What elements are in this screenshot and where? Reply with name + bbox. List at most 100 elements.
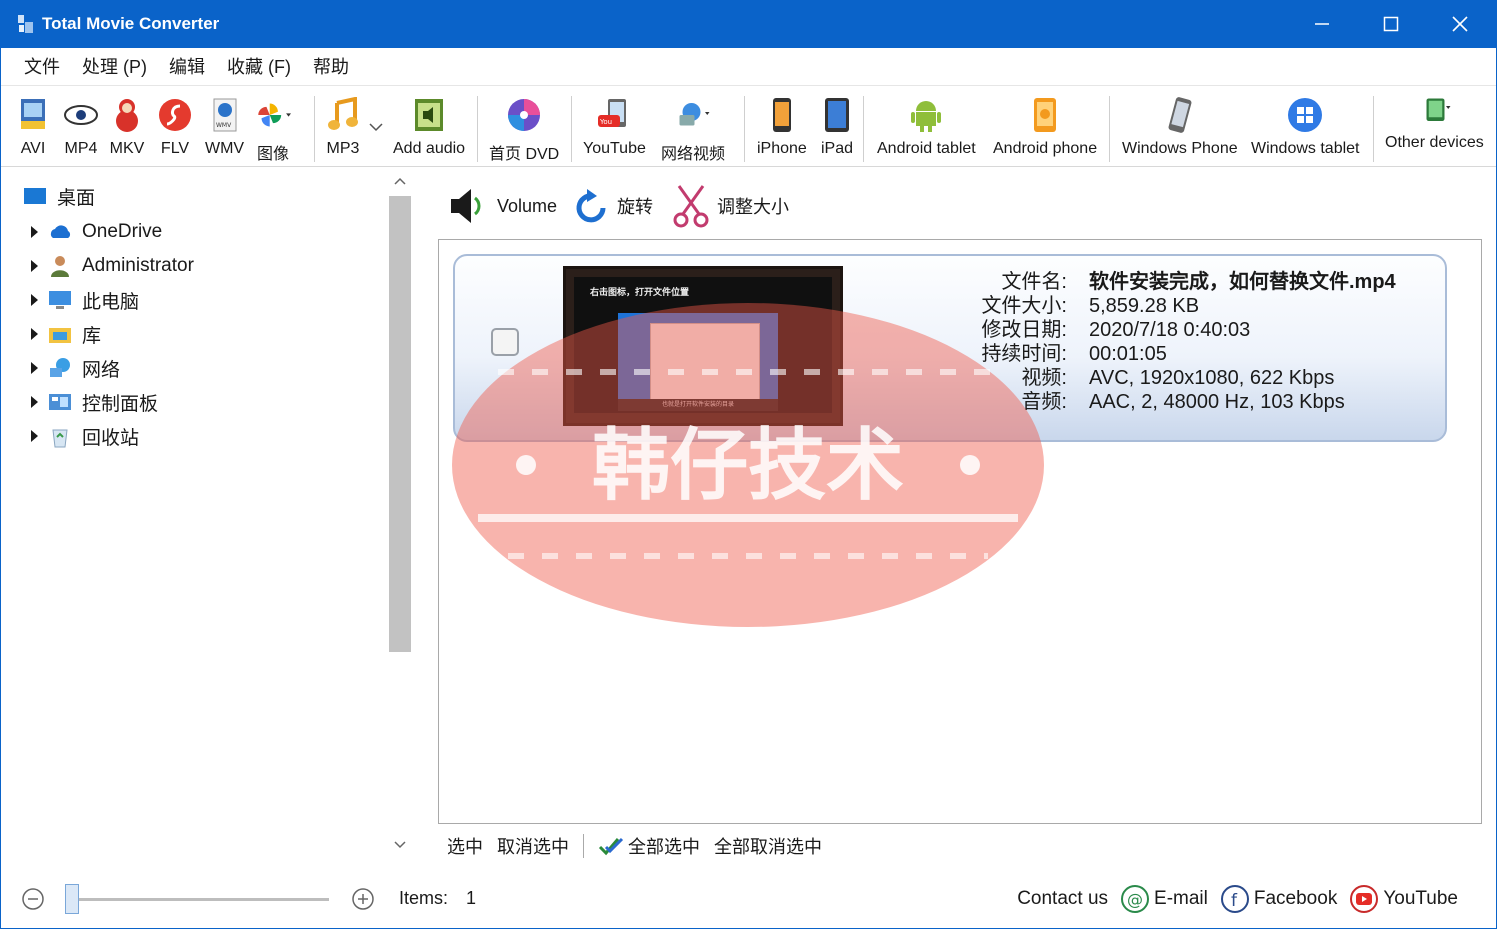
- scrollbar-thumb[interactable]: [389, 196, 411, 652]
- svg-text:WMV: WMV: [216, 122, 232, 129]
- ipad-button[interactable]: iPad: [819, 96, 855, 158]
- rotate-icon: [576, 189, 606, 223]
- file-name: 软件安装完成，如何替换文件.mp4: [1089, 271, 1396, 293]
- deselect-all-button[interactable]: 全部取消选中: [714, 833, 822, 859]
- add-audio-button[interactable]: Add audio: [393, 96, 465, 158]
- ipad-icon: [825, 98, 849, 132]
- toolbar-separator: [1109, 96, 1110, 162]
- control-panel-icon: [49, 394, 71, 410]
- dvd-button[interactable]: 首页 DVD: [489, 96, 559, 164]
- status-bar: Items: 1 Contact us @ E-mail f Facebook Y…: [1, 874, 1496, 928]
- chevron-up-icon[interactable]: [393, 174, 407, 188]
- toolbar-separator: [314, 96, 315, 162]
- flv-button[interactable]: FLV: [157, 96, 193, 158]
- volume-button[interactable]: Volume: [447, 184, 557, 228]
- menu-process[interactable]: 处理 (P): [71, 53, 158, 79]
- expand-arrow-icon[interactable]: [31, 226, 38, 238]
- facebook-link[interactable]: f Facebook: [1220, 884, 1337, 914]
- file-list[interactable]: 右击图标，打开文件位置 也就是打开软件安装的目录 文件名: 文件大小: 修改日期…: [438, 239, 1482, 824]
- deselect-button[interactable]: 取消选中: [497, 833, 569, 859]
- file-card[interactable]: 右击图标，打开文件位置 也就是打开软件安装的目录 文件名: 文件大小: 修改日期…: [453, 254, 1447, 442]
- tree-item-desktop[interactable]: 桌面: [1, 180, 95, 212]
- tree-item-administrator[interactable]: Administrator: [1, 250, 194, 282]
- pinwheel-icon: [258, 103, 291, 127]
- expand-arrow-icon[interactable]: [31, 430, 38, 442]
- file-modified: 2020/7/18 0:40:03: [1089, 319, 1251, 341]
- title-bar[interactable]: Total Movie Converter: [0, 0, 1497, 48]
- windows-tablet-button[interactable]: Windows tablet: [1251, 96, 1360, 158]
- zoom-slider[interactable]: [71, 898, 329, 901]
- minimize-button[interactable]: [1288, 0, 1356, 48]
- tree-item-this-pc[interactable]: 此电脑: [1, 284, 139, 316]
- zoom-in-icon[interactable]: [351, 887, 375, 911]
- android-phone-button[interactable]: Android phone: [993, 96, 1097, 158]
- avi-button[interactable]: AVI: [15, 96, 51, 158]
- recycle-bin-icon: [52, 429, 68, 448]
- file-meta-values: 软件安装完成，如何替换文件.mp4 5,859.28 KB 2020/7/18 …: [1089, 270, 1396, 414]
- android-icon: [911, 101, 942, 132]
- cloud-icon: [50, 225, 71, 238]
- main-window: 文件 处理 (P) 编辑 收藏 (F) 帮助 AVI MP4 MKV FLV W…: [1, 48, 1496, 928]
- file-duration: 00:01:05: [1089, 343, 1167, 365]
- chevron-down-icon[interactable]: [369, 122, 383, 132]
- desktop-icon: [24, 188, 46, 204]
- file-meta-labels: 文件名: 文件大小: 修改日期: 持续时间: 视频: 音频:: [981, 271, 1067, 413]
- menu-favorites[interactable]: 收藏 (F): [216, 53, 302, 79]
- youtube-link[interactable]: YouTube: [1349, 884, 1458, 914]
- mp3-button[interactable]: MP3: [325, 96, 361, 158]
- menu-edit[interactable]: 编辑: [158, 53, 216, 79]
- expand-arrow-icon[interactable]: [31, 294, 38, 306]
- file-checkbox[interactable]: [491, 328, 519, 356]
- tree-item-recycle-bin[interactable]: 回收站: [1, 420, 139, 452]
- other-devices-icon: [1426, 98, 1451, 121]
- toolbar-separator: [477, 96, 478, 162]
- chevron-down-icon[interactable]: [393, 838, 407, 852]
- expand-arrow-icon[interactable]: [31, 328, 38, 340]
- toolbar-separator: [744, 96, 745, 162]
- windows-phone-button[interactable]: Windows Phone: [1122, 96, 1238, 158]
- iphone-button[interactable]: iPhone: [757, 96, 807, 158]
- expand-arrow-icon[interactable]: [31, 362, 38, 374]
- tree-scrollbar[interactable]: [389, 170, 411, 860]
- expand-arrow-icon[interactable]: [31, 396, 38, 408]
- music-note-icon: [328, 97, 358, 130]
- close-button[interactable]: [1426, 0, 1494, 48]
- select-button[interactable]: 选中: [447, 833, 483, 859]
- mp4-button[interactable]: MP4: [63, 96, 99, 158]
- wmv-button[interactable]: WMV WMV: [205, 96, 244, 158]
- tree-item-control-panel[interactable]: 控制面板: [1, 386, 158, 418]
- windows-logo-icon: [1288, 98, 1323, 132]
- double-check-icon: [598, 837, 624, 856]
- resize-button[interactable]: 调整大小: [671, 184, 789, 228]
- avi-icon: [21, 99, 45, 129]
- svg-text:f: f: [1231, 891, 1238, 911]
- rotate-button[interactable]: 旋转: [575, 186, 653, 226]
- menu-file[interactable]: 文件: [13, 53, 71, 79]
- other-devices-button[interactable]: Other devices: [1385, 90, 1484, 152]
- web-video-button[interactable]: 网络视频: [661, 96, 725, 164]
- items-count: Items: 1: [399, 888, 477, 908]
- youtube-button[interactable]: You YouTube: [583, 96, 646, 158]
- selection-bar: 选中 取消选中 全部选中 全部取消选中: [447, 830, 836, 862]
- zoom-slider-thumb[interactable]: [65, 884, 79, 914]
- add-audio-icon: [415, 99, 444, 131]
- iphone-icon: [772, 98, 791, 132]
- scissors-icon: [673, 185, 709, 228]
- image-button[interactable]: 图像: [255, 96, 291, 164]
- email-link[interactable]: @ E-mail: [1120, 884, 1208, 914]
- web-video-icon: [679, 103, 710, 126]
- contact-us-label: Contact us: [1017, 888, 1109, 909]
- tree-item-network[interactable]: 网络: [1, 352, 120, 384]
- mkv-button[interactable]: MKV: [109, 96, 145, 158]
- zoom-out-icon[interactable]: [21, 887, 45, 911]
- email-icon: @: [1121, 885, 1150, 913]
- maximize-button[interactable]: [1357, 0, 1425, 48]
- menu-help[interactable]: 帮助: [302, 53, 360, 79]
- android-tablet-button[interactable]: Android tablet: [877, 96, 976, 158]
- tree-item-onedrive[interactable]: OneDrive: [1, 216, 162, 248]
- tree-item-library[interactable]: 库: [1, 318, 101, 350]
- expand-arrow-icon[interactable]: [31, 260, 38, 272]
- select-all-button[interactable]: 全部选中: [628, 833, 700, 859]
- video-thumbnail: 右击图标，打开文件位置 也就是打开软件安装的目录: [563, 266, 843, 426]
- wmv-icon: WMV: [213, 98, 237, 132]
